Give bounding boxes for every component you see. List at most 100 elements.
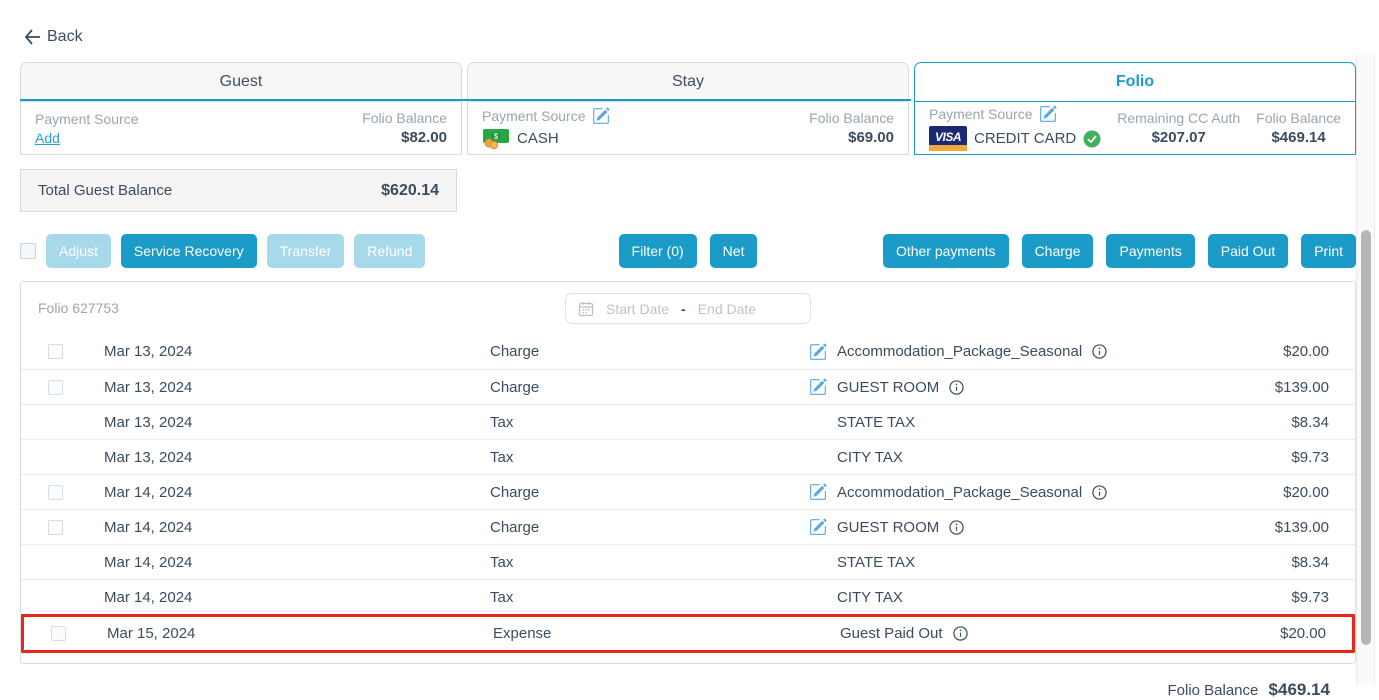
- row-date: Mar 13, 2024: [104, 379, 490, 396]
- folio-payment-source-text: Payment Source: [929, 106, 1033, 122]
- folio-balance-value: $469.14: [1271, 129, 1325, 146]
- add-payment-source-link[interactable]: Add: [35, 130, 139, 146]
- table-row[interactable]: Mar 14, 2024 Tax STATE TAX $8.34: [21, 544, 1355, 579]
- folio-footer: Folio Balance $469.14: [20, 680, 1356, 700]
- edit-icon[interactable]: [809, 343, 827, 361]
- edit-icon[interactable]: [809, 518, 827, 536]
- end-date-placeholder[interactable]: End Date: [698, 301, 756, 317]
- paid-out-button[interactable]: Paid Out: [1208, 234, 1288, 268]
- total-guest-balance: Total Guest Balance $620.14: [20, 169, 457, 212]
- row-type: Charge: [490, 379, 809, 396]
- tab-underline: [20, 99, 911, 101]
- guest-folio-balance-label: Folio Balance: [362, 110, 447, 126]
- info-icon[interactable]: [949, 520, 964, 535]
- tab-bar: Guest Payment Source Add Folio Balance $…: [20, 62, 1356, 155]
- stay-column: Stay Payment Source $ CASH F: [467, 62, 909, 155]
- guest-payment-source-label: Payment Source: [35, 111, 139, 127]
- folio-table-header: Folio 627753 Start Date - End Date: [21, 282, 1355, 334]
- charge-button[interactable]: Charge: [1022, 234, 1094, 268]
- row-description: Accommodation_Package_Seasonal: [837, 484, 1082, 501]
- row-description: CITY TAX: [837, 589, 903, 606]
- back-button[interactable]: Back: [24, 28, 83, 46]
- row-date: Mar 14, 2024: [104, 589, 490, 606]
- date-range-filter[interactable]: Start Date - End Date: [565, 293, 811, 324]
- row-amount: $139.00: [1179, 519, 1329, 536]
- net-button[interactable]: Net: [710, 234, 758, 268]
- table-row[interactable]: Mar 13, 2024 Tax CITY TAX $9.73: [21, 439, 1355, 474]
- select-all-checkbox[interactable]: [20, 243, 36, 259]
- table-row[interactable]: Mar 14, 2024 Charge GUEST ROOM $139.00: [21, 509, 1355, 544]
- start-date-placeholder[interactable]: Start Date: [606, 301, 669, 317]
- info-icon[interactable]: [1092, 485, 1107, 500]
- other-payments-button[interactable]: Other payments: [883, 234, 1009, 268]
- info-icon[interactable]: [949, 380, 964, 395]
- date-separator: -: [681, 301, 686, 317]
- print-button[interactable]: Print: [1301, 234, 1356, 268]
- row-type: Charge: [490, 343, 809, 360]
- row-description: Guest Paid Out: [840, 625, 943, 642]
- service-recovery-button[interactable]: Service Recovery: [121, 234, 257, 268]
- cash-icon: $: [482, 128, 510, 149]
- guest-payment-card: Payment Source Add Folio Balance $82.00: [20, 101, 462, 155]
- row-date: Mar 13, 2024: [104, 449, 490, 466]
- tab-guest-label: Guest: [220, 73, 263, 91]
- svg-text:$: $: [494, 132, 499, 141]
- tab-stay[interactable]: Stay: [467, 62, 909, 101]
- folio-payment-method: CREDIT CARD: [974, 130, 1076, 147]
- filter-button[interactable]: Filter (0): [619, 234, 697, 268]
- row-checkbox[interactable]: [48, 380, 63, 395]
- tab-folio[interactable]: Folio: [914, 62, 1356, 101]
- table-row[interactable]: Mar 13, 2024 Tax STATE TAX $8.34: [21, 404, 1355, 439]
- table-row[interactable]: Mar 13, 2024 Charge Accommodation_Packag…: [21, 334, 1355, 369]
- row-checkbox[interactable]: [48, 520, 63, 535]
- refund-button[interactable]: Refund: [354, 234, 425, 268]
- back-label: Back: [47, 28, 83, 46]
- guest-column: Guest Payment Source Add Folio Balance $…: [20, 62, 462, 155]
- folio-page: Back Guest Payment Source Add Folio Bala…: [0, 0, 1379, 699]
- row-description: Accommodation_Package_Seasonal: [837, 343, 1082, 360]
- tab-stay-label: Stay: [672, 73, 704, 91]
- row-amount: $9.73: [1179, 589, 1329, 606]
- edit-icon[interactable]: [1039, 105, 1057, 123]
- row-amount: $20.00: [1179, 484, 1329, 501]
- row-description: CITY TAX: [837, 449, 903, 466]
- calendar-icon: [578, 301, 594, 317]
- table-row[interactable]: Mar 14, 2024 Charge Accommodation_Packag…: [21, 474, 1355, 509]
- info-icon[interactable]: [1092, 344, 1107, 359]
- scrollbar-thumb[interactable]: [1361, 230, 1371, 645]
- tab-guest[interactable]: Guest: [20, 62, 462, 101]
- folio-table-body: Mar 13, 2024 Charge Accommodation_Packag…: [21, 334, 1355, 653]
- row-date: Mar 13, 2024: [104, 414, 490, 431]
- verified-check-icon: [1083, 130, 1101, 148]
- info-icon[interactable]: [953, 626, 968, 641]
- table-row[interactable]: Mar 14, 2024 Tax CITY TAX $9.73: [21, 579, 1355, 614]
- stay-folio-balance-label: Folio Balance: [809, 110, 894, 126]
- guest-folio-balance-value: $82.00: [401, 129, 447, 146]
- row-checkbox[interactable]: [48, 485, 63, 500]
- row-type: Tax: [490, 414, 809, 431]
- folio-table-card: Folio 627753 Start Date - End Date Mar 1…: [20, 281, 1356, 664]
- visa-label: VISA: [935, 130, 961, 144]
- row-checkbox[interactable]: [51, 626, 66, 641]
- visa-icon: VISA: [929, 126, 967, 151]
- edit-icon[interactable]: [592, 107, 610, 125]
- total-guest-balance-value: $620.14: [381, 182, 439, 200]
- payments-button[interactable]: Payments: [1106, 234, 1194, 268]
- row-checkbox[interactable]: [48, 344, 63, 359]
- row-date: Mar 13, 2024: [104, 343, 490, 360]
- folio-column: Folio Payment Source VISA CREDIT CARD: [914, 62, 1356, 155]
- stay-payment-card: Payment Source $ CASH Folio Balance $69.…: [467, 101, 909, 155]
- scrollbar-track[interactable]: [1356, 55, 1375, 685]
- transfer-button[interactable]: Transfer: [267, 234, 345, 268]
- edit-icon[interactable]: [809, 483, 827, 501]
- row-description: STATE TAX: [837, 414, 915, 431]
- row-amount: $8.34: [1179, 554, 1329, 571]
- row-date: Mar 14, 2024: [104, 554, 490, 571]
- row-amount: $8.34: [1179, 414, 1329, 431]
- edit-icon[interactable]: [809, 378, 827, 396]
- table-row[interactable]: Mar 15, 2024 Expense Guest Paid Out $20.…: [21, 614, 1355, 653]
- row-amount: $20.00: [1176, 625, 1326, 642]
- row-amount: $20.00: [1179, 343, 1329, 360]
- adjust-button[interactable]: Adjust: [46, 234, 111, 268]
- table-row[interactable]: Mar 13, 2024 Charge GUEST ROOM $139.00: [21, 369, 1355, 404]
